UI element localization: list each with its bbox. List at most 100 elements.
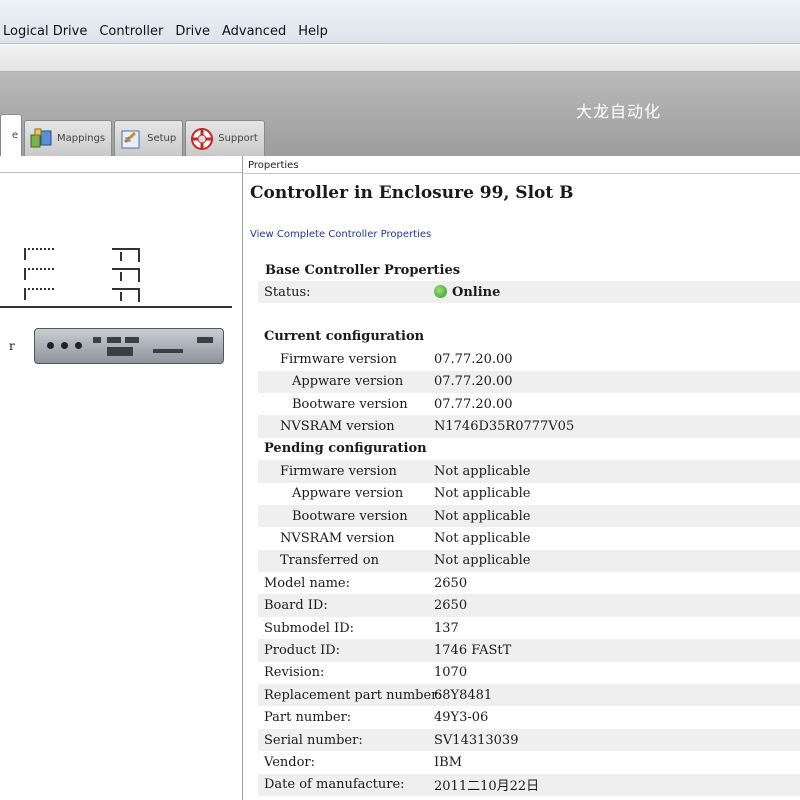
property-label: Bootware version (292, 396, 408, 412)
drive-slot-icon (24, 288, 54, 300)
tab-setup-label: Setup (147, 133, 177, 144)
property-value: Not applicable (434, 553, 531, 569)
port-icon (107, 337, 121, 343)
drive-slots (20, 248, 150, 308)
tab-setup[interactable]: Setup (114, 120, 184, 156)
menu-item[interactable]: Advanced (221, 24, 287, 39)
property-row: Serial number: SV14313039 (258, 728, 800, 752)
drive-slot-row[interactable] (20, 268, 150, 288)
property-row: Revision: 1070 (258, 662, 800, 684)
drive-slot-icon (24, 268, 54, 280)
page-title: Controller in Enclosure 99, Slot B (250, 183, 574, 203)
port-icon (93, 337, 101, 343)
property-value: 1746 FAStT (434, 642, 512, 658)
drive-slot-icon (112, 248, 140, 262)
property-row: Board ID: 2650 (258, 594, 800, 617)
pane-header-divider (244, 173, 800, 174)
drive-slot-icon (24, 248, 54, 260)
property-label: Bootware version (292, 508, 408, 524)
controller-enclosure-icon[interactable] (34, 328, 224, 364)
property-label: Appware version (292, 374, 404, 390)
menu-item[interactable]: Controller (98, 24, 164, 39)
property-label: Firmware version (280, 351, 397, 367)
property-row: Date of manufacture: 2011二10月22日 (258, 773, 800, 796)
property-row: Submodel ID: 137 (258, 617, 800, 639)
property-label: Model name: (264, 575, 350, 591)
enclosure-label: r (9, 339, 15, 353)
property-label: NVSRAM version (280, 419, 395, 435)
port-icon (125, 337, 139, 343)
left-divider (0, 306, 232, 308)
property-value: 68Y8481 (434, 687, 493, 703)
led-icon (47, 342, 54, 349)
property-row: Status: Online (258, 281, 800, 304)
property-row: Appware version 07.77.20.00 (258, 370, 800, 393)
property-row: Firmware version 07.77.20.00 (258, 348, 800, 370)
property-value: SV14313039 (434, 732, 519, 748)
property-value: N1746D35R0777V05 (434, 419, 575, 435)
property-row: Product ID: 1746 FAStT (258, 639, 800, 662)
port-icon (197, 337, 213, 343)
tab-strip: e Mappings Setup Support (0, 114, 267, 156)
property-value: 2011二10月22日 (434, 779, 540, 795)
property-row: Vendor: IBM (258, 751, 800, 773)
menu-item[interactable]: Logical Drive (2, 24, 88, 39)
properties-table: Status: Online Current configuration Firmwa… (258, 281, 800, 796)
property-value: 1070 (434, 665, 468, 681)
property-row: NVSRAM version Not applicable (258, 527, 800, 549)
view-complete-properties-link[interactable]: View Complete Controller Properties (250, 229, 431, 240)
tab-summary[interactable]: e (0, 114, 22, 156)
property-label: Part number: (264, 710, 352, 726)
menu-item[interactable]: Help (297, 24, 329, 39)
tab-mappings[interactable]: Mappings (24, 120, 113, 156)
menu-items: Logical Drive Controller Drive Advanced Help (2, 24, 329, 39)
logical-tree-pane: r (0, 156, 243, 800)
property-label: Submodel ID: (264, 620, 354, 636)
property-value: Not applicable (434, 463, 531, 479)
drive-slot-icon (112, 268, 140, 282)
property-value: Not applicable (434, 530, 531, 546)
property-row: Pending configuration (258, 438, 800, 460)
summary-tab-fragment: e (11, 130, 18, 141)
led-icon (75, 342, 82, 349)
online-status-icon (434, 284, 447, 298)
menu-item[interactable]: Drive (174, 24, 211, 39)
tab-support-label: Support (218, 133, 258, 144)
property-row (258, 303, 800, 325)
property-row: Bootware version Not applicable (258, 504, 800, 528)
property-value: 137 (434, 620, 459, 636)
property-row: Model name: 2650 (258, 572, 800, 594)
property-label: Appware version (292, 486, 404, 502)
property-label: Board ID: (264, 598, 328, 614)
property-label: Transferred on (280, 553, 379, 569)
property-row: Bootware version 07.77.20.00 (258, 393, 800, 415)
property-row: Transferred on Not applicable (258, 549, 800, 573)
property-value: 2650 (434, 598, 468, 614)
property-label: Serial number: (264, 732, 363, 748)
property-label: Pending configuration (264, 441, 427, 457)
property-label: Date of manufacture: (264, 777, 405, 793)
property-row: Firmware version Not applicable (258, 460, 800, 483)
property-label: Current configuration (264, 329, 425, 345)
setup-icon (119, 127, 143, 151)
property-label: Replacement part number: (264, 687, 442, 703)
property-label: Firmware version (280, 463, 397, 479)
property-value: 07.77.20.00 (434, 351, 513, 367)
tab-mappings-label: Mappings (57, 133, 106, 144)
watermark-text: 大龙自动化 (576, 102, 662, 121)
status-text: Online (452, 284, 501, 300)
property-value: Not applicable (434, 486, 531, 502)
property-value: Online (434, 284, 501, 300)
property-value: 07.77.20.00 (434, 374, 513, 390)
drive-slot-icon (112, 288, 140, 302)
property-value: 2650 (434, 575, 468, 591)
property-label: Status: (264, 284, 311, 300)
property-label: Vendor: (264, 754, 316, 770)
tab-support[interactable]: Support (185, 120, 265, 156)
drive-slot-row[interactable] (20, 248, 150, 268)
property-row: Appware version Not applicable (258, 483, 800, 505)
toolbar (0, 45, 800, 72)
property-value: 49Y3-06 (434, 710, 489, 726)
section-heading: Base Controller Properties (265, 263, 461, 278)
drive-slot-row[interactable] (20, 288, 150, 308)
